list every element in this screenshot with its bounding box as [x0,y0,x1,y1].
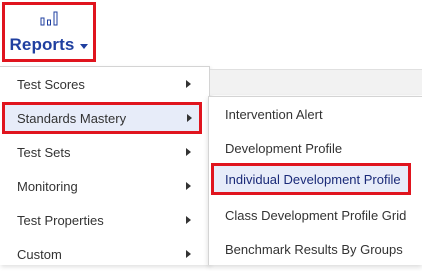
standards-mastery-submenu: Intervention Alert Development Profile I… [208,96,422,265]
menu-item-label: Test Scores [17,76,85,92]
menu-item-test-sets[interactable]: Test Sets [0,135,209,169]
page-header-strip [210,69,422,95]
chevron-right-icon [186,250,191,258]
chevron-right-icon [187,114,192,122]
submenu-item-development-profile[interactable]: Development Profile [209,131,422,165]
submenu-item-label: Development Profile [225,140,343,156]
submenu-item-individual-development-profile[interactable]: Individual Development Profile [211,163,411,195]
reports-label: Reports [9,35,75,54]
reports-button[interactable]: Reports [2,2,96,62]
menu-item-test-properties[interactable]: Test Properties [0,203,209,237]
submenu-item-label: Individual Development Profile [225,171,401,187]
submenu-item-class-development-profile-grid[interactable]: Class Development Profile Grid [209,198,422,232]
submenu-item-label: Benchmark Results By Groups [225,241,403,257]
caret-down-icon [80,43,89,49]
menu-item-custom[interactable]: Custom [0,237,209,271]
chevron-right-icon [186,80,191,88]
menu-item-label: Custom [17,246,62,262]
menu-item-label: Test Properties [17,212,104,228]
chevron-right-icon [186,182,191,190]
bar-chart-icon [40,11,58,26]
menu-item-label: Standards Mastery [17,110,127,126]
submenu-item-label: Class Development Profile Grid [225,207,407,223]
chevron-right-icon [186,216,191,224]
submenu-item-intervention-alert[interactable]: Intervention Alert [209,97,422,131]
chevron-right-icon [186,148,191,156]
menu-item-test-scores[interactable]: Test Scores [0,67,209,101]
submenu-item-benchmark-results-by-groups[interactable]: Benchmark Results By Groups [209,232,422,266]
menu-item-standards-mastery[interactable]: Standards Mastery [2,102,202,134]
submenu-item-label: Intervention Alert [225,106,323,122]
menu-item-monitoring[interactable]: Monitoring [0,169,209,203]
menu-item-label: Monitoring [17,178,78,194]
menu-item-label: Test Sets [17,144,71,160]
reports-dropdown-menu: Test Scores Standards Mastery Test Sets … [0,66,210,265]
